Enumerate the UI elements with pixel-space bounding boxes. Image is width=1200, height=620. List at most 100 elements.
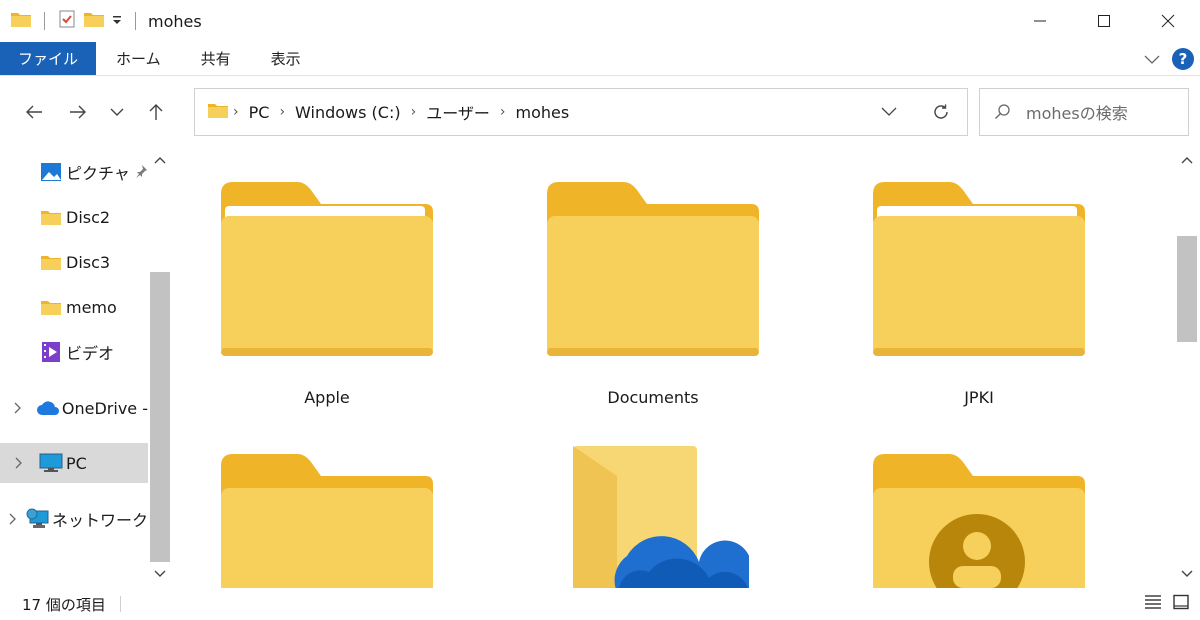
refresh-icon [934, 104, 948, 119]
new-folder-icon[interactable] [83, 10, 105, 32]
arrow-right-icon [70, 105, 86, 119]
close-icon [1161, 14, 1175, 28]
window-controls [1008, 0, 1200, 42]
contacts-folder-icon [873, 454, 1085, 588]
onedrive-folder-icon [573, 446, 749, 588]
file-explorer-window: mohes ファイル ホーム 共有 表示 ? › PC › Windows (C… [0, 0, 1200, 620]
expand-chevron-icon[interactable] [0, 513, 26, 525]
chevron-down-icon [110, 108, 124, 116]
content-scroll-thumb[interactable] [1177, 236, 1197, 342]
folder-label: Documents [607, 388, 699, 407]
arrow-up-icon [149, 104, 163, 120]
quick-access-toolbar [0, 0, 142, 42]
item-count: 17 個の項目 [22, 595, 106, 614]
sidebar-item-memo[interactable]: memo [0, 287, 148, 327]
sidebar-item-disc3[interactable]: Disc3 [0, 242, 148, 282]
expand-ribbon-button[interactable] [1144, 50, 1160, 69]
scroll-up-arrow-icon[interactable] [148, 148, 172, 172]
breadcrumb-mohes[interactable]: mohes [516, 103, 570, 122]
onedrive-icon [36, 400, 60, 416]
sidebar-item-pc[interactable]: PC [0, 443, 148, 483]
minimize-button[interactable] [1008, 0, 1072, 42]
folder-icon [38, 298, 64, 316]
properties-check-icon[interactable] [57, 9, 77, 33]
expand-chevron-icon[interactable] [0, 457, 38, 469]
refresh-button[interactable] [915, 89, 967, 135]
help-button[interactable]: ? [1172, 48, 1194, 70]
sidebar-item-videos[interactable]: ビデオ [0, 332, 148, 372]
content-scrollbar[interactable] [1175, 148, 1199, 588]
large-icons-view-button[interactable] [1172, 594, 1190, 614]
window-title: mohes [148, 11, 202, 31]
arrow-left-icon [26, 105, 42, 119]
network-icon [26, 508, 50, 530]
folder-item-onedrive[interactable] [533, 442, 773, 588]
folder-icon [547, 182, 759, 356]
recent-locations-button[interactable] [100, 92, 134, 132]
folder-label: Apple [304, 388, 350, 407]
scroll-down-arrow-icon[interactable] [1175, 562, 1199, 586]
breadcrumb-users[interactable]: ユーザー [426, 100, 490, 124]
expand-chevron-icon[interactable] [0, 402, 36, 414]
nav-buttons [0, 92, 178, 132]
folder-icon [873, 182, 1085, 356]
close-button[interactable] [1136, 0, 1200, 42]
folder-item-apple[interactable]: Apple [207, 170, 447, 420]
search-placeholder: mohesの検索 [1026, 104, 1128, 123]
tab-view[interactable]: 表示 [251, 42, 321, 75]
up-button[interactable] [134, 92, 178, 132]
breadcrumb-pc[interactable]: PC [249, 103, 270, 122]
scroll-down-arrow-icon[interactable] [148, 562, 172, 586]
folder-icon [221, 182, 433, 356]
breadcrumb: › PC › Windows (C:) › ユーザー › mohes [195, 100, 575, 124]
folder-icon [38, 253, 64, 271]
ribbon-right-controls: ? [1144, 42, 1194, 76]
status-divider [119, 596, 121, 612]
sidebar-item-pictures[interactable]: ピクチャ [0, 152, 148, 192]
title-bar: mohes [0, 0, 1200, 42]
folder-item-documents[interactable]: Documents [533, 170, 773, 420]
sidebar-item-network[interactable]: ネットワーク [0, 499, 148, 539]
sidebar-scrollbar[interactable] [148, 148, 172, 588]
sidebar-item-disc2[interactable]: Disc2 [0, 197, 148, 237]
chevron-down-icon [881, 107, 897, 116]
address-history-button[interactable] [863, 89, 915, 135]
address-bar[interactable]: › PC › Windows (C:) › ユーザー › mohes [194, 88, 968, 136]
title-divider [135, 12, 136, 30]
folder-icon [221, 454, 433, 588]
customize-dropdown-icon[interactable] [111, 12, 123, 31]
chevron-right-icon[interactable]: › [233, 104, 239, 120]
sidebar-item-onedrive[interactable]: OneDrive - [0, 388, 148, 428]
folder-icon[interactable] [10, 10, 32, 32]
pictures-icon [38, 162, 64, 182]
folder-icon [207, 101, 229, 123]
maximize-button[interactable] [1072, 0, 1136, 42]
sidebar-scroll-thumb[interactable] [150, 272, 170, 562]
forward-button[interactable] [56, 92, 100, 132]
folder-item-contacts[interactable] [859, 442, 1099, 588]
details-view-icon [1145, 595, 1161, 609]
status-bar: 17 個の項目 [0, 588, 1200, 620]
folder-item-jpki[interactable]: JPKI [859, 170, 1099, 420]
navigation-bar: › PC › Windows (C:) › ユーザー › mohes mohes… [0, 76, 1200, 148]
chevron-right-icon[interactable]: › [279, 104, 285, 120]
toolbar-divider [44, 12, 45, 30]
navigation-pane: ピクチャ Disc2 Disc3 memo ビデオ OneDrive - PC … [0, 148, 174, 588]
search-box[interactable]: mohesの検索 [979, 88, 1189, 136]
tab-share[interactable]: 共有 [181, 42, 251, 75]
folder-icon [38, 208, 64, 226]
file-list-view: Apple Documents JPKI [174, 148, 1174, 588]
details-view-button[interactable] [1144, 594, 1162, 614]
back-button[interactable] [12, 92, 56, 132]
folder-item[interactable] [207, 442, 447, 588]
address-controls [863, 89, 967, 135]
tab-file[interactable]: ファイル [0, 42, 97, 75]
breadcrumb-windows-c[interactable]: Windows (C:) [295, 103, 401, 122]
chevron-right-icon[interactable]: › [411, 104, 417, 120]
chevron-right-icon[interactable]: › [500, 104, 506, 120]
minimize-icon [1034, 20, 1046, 22]
scroll-up-arrow-icon[interactable] [1175, 148, 1199, 172]
view-toggle [1144, 588, 1190, 620]
folder-label: JPKI [964, 388, 994, 407]
tab-home[interactable]: ホーム [96, 42, 181, 75]
